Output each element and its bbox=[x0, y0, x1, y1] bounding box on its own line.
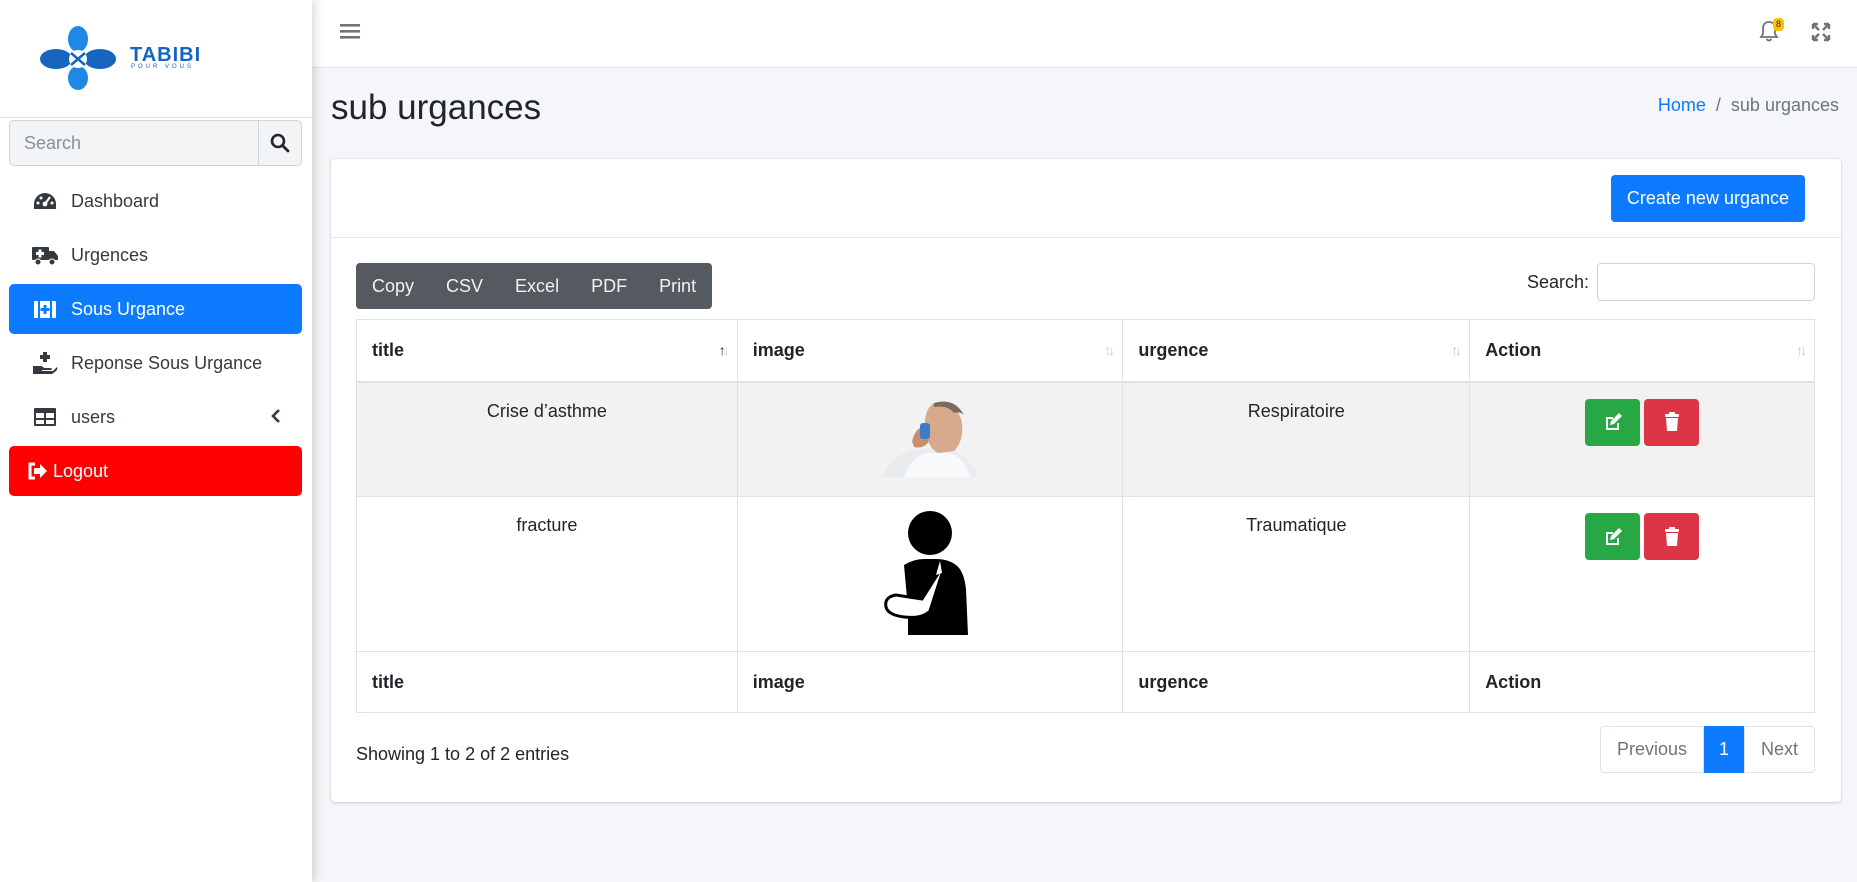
footer-urgence: urgence bbox=[1122, 651, 1471, 713]
cell-image bbox=[736, 381, 1124, 497]
column-header-label: Action bbox=[1485, 339, 1542, 360]
hand-holding-medical-icon bbox=[31, 351, 59, 375]
brand-tagline: POUR VOUS bbox=[131, 64, 195, 70]
sidebar-search bbox=[9, 120, 302, 166]
sidebar-item-sous-urgance[interactable]: Sous Urgance bbox=[9, 284, 302, 334]
menu-toggle-icon[interactable] bbox=[340, 22, 360, 40]
cell-action bbox=[1469, 496, 1815, 652]
table-search-label: Search: bbox=[1526, 271, 1589, 292]
tabibi-logo[interactable] bbox=[38, 26, 118, 90]
fullscreen-icon[interactable] bbox=[1811, 22, 1831, 42]
excel-button[interactable]: Excel bbox=[499, 263, 575, 309]
sidebar-item-logout[interactable]: Logout bbox=[9, 446, 302, 496]
sidebar-item-label: Urgences bbox=[71, 244, 149, 265]
sidebar-item-label: users bbox=[71, 406, 116, 427]
sort-icon: ↑↓ bbox=[1796, 342, 1807, 358]
sidebar-search-input[interactable] bbox=[10, 121, 258, 165]
medkit-icon bbox=[31, 297, 59, 321]
sidebar-item-label: Reponse Sous Urgance bbox=[71, 352, 263, 373]
sign-out-icon bbox=[27, 459, 49, 483]
brand: TABIBI POUR VOUS bbox=[0, 0, 312, 118]
arm-sling-person-icon bbox=[884, 511, 969, 635]
table-search: Search: bbox=[1527, 263, 1815, 301]
copy-button[interactable]: Copy bbox=[356, 263, 430, 309]
sidebar-item-label: Sous Urgance bbox=[71, 298, 186, 319]
footer-title: title bbox=[356, 651, 738, 713]
pagination-next[interactable]: Next bbox=[1743, 726, 1815, 773]
column-header-label: title bbox=[372, 339, 405, 360]
ambulance-icon bbox=[31, 243, 59, 267]
trash-icon bbox=[1664, 412, 1679, 431]
row-actions bbox=[1585, 398, 1700, 446]
top-navbar: 8 bbox=[312, 0, 1857, 68]
sub-urgences-card: Create new urgance Copy CSV Excel PDF Pr… bbox=[331, 159, 1841, 802]
sidebar-item-users[interactable]: users bbox=[9, 392, 302, 442]
export-button-group: Copy CSV Excel PDF Print bbox=[356, 263, 713, 309]
cell-urgence: Respiratoire bbox=[1122, 381, 1471, 497]
pagination-page-1[interactable]: 1 bbox=[1703, 726, 1744, 773]
table-info: Showing 1 to 2 of 2 entries bbox=[356, 744, 570, 764]
cell-image bbox=[736, 496, 1124, 652]
asthma-inhaler-person-photo bbox=[882, 396, 979, 477]
column-header-urgence[interactable]: urgence ↑↓ bbox=[1122, 319, 1471, 383]
trash-icon bbox=[1664, 526, 1679, 546]
breadcrumb: Home / sub urgances bbox=[1658, 95, 1839, 116]
sidebar-nav: Dashboard Urgences Sous Urgance Reponse … bbox=[9, 176, 302, 500]
table-row: Crise d’asthme Respiratoire bbox=[356, 381, 1815, 497]
sort-asc-icon: ↑↓ bbox=[718, 342, 730, 358]
sidebar-item-dashboard[interactable]: Dashboard bbox=[9, 176, 302, 226]
cell-title: Crise d’asthme bbox=[356, 381, 738, 497]
sidebar-search-button[interactable] bbox=[258, 121, 301, 165]
sidebar-item-urgences[interactable]: Urgences bbox=[9, 230, 302, 280]
print-button[interactable]: Print bbox=[643, 263, 712, 309]
cell-action bbox=[1469, 381, 1815, 497]
pagination: Previous 1 Next bbox=[1599, 726, 1815, 773]
table-header-row: title ↑↓ image ↑↓ urgence ↑↓ Action ↑↓ bbox=[356, 319, 1815, 383]
breadcrumb-separator: / bbox=[1715, 95, 1721, 115]
pdf-button[interactable]: PDF bbox=[575, 263, 643, 309]
cell-urgence: Traumatique bbox=[1122, 496, 1471, 652]
column-header-label: urgence bbox=[1138, 339, 1209, 360]
footer-action: Action bbox=[1469, 651, 1815, 713]
sort-icon: ↑↓ bbox=[1451, 342, 1462, 358]
dashboard-icon bbox=[31, 189, 59, 213]
delete-button[interactable] bbox=[1644, 398, 1700, 446]
table-footer-row: title image urgence Action bbox=[356, 651, 1815, 713]
notifications-button[interactable]: 8 bbox=[1759, 18, 1785, 47]
cell-title: fracture bbox=[356, 496, 738, 652]
footer-image: image bbox=[736, 651, 1124, 713]
edit-button[interactable] bbox=[1585, 513, 1641, 560]
search-icon bbox=[270, 133, 290, 153]
column-header-action[interactable]: Action ↑↓ bbox=[1469, 319, 1815, 383]
page-title: sub urgances bbox=[331, 88, 542, 127]
column-header-image[interactable]: image ↑↓ bbox=[736, 319, 1124, 383]
card-header: Create new urgance bbox=[331, 159, 1841, 238]
csv-button[interactable]: CSV bbox=[430, 263, 499, 309]
row-actions bbox=[1585, 513, 1700, 560]
breadcrumb-home-link[interactable]: Home bbox=[1658, 95, 1706, 115]
sidebar-item-label: Logout bbox=[53, 460, 109, 481]
edit-icon bbox=[1605, 413, 1622, 430]
sidebar-item-reponse-sous-urgance[interactable]: Reponse Sous Urgance bbox=[9, 338, 302, 388]
chevron-left-icon bbox=[271, 409, 280, 423]
breadcrumb-current: sub urgances bbox=[1730, 95, 1839, 115]
table-row: fracture Traumatique bbox=[356, 496, 1815, 652]
table-search-input[interactable] bbox=[1597, 263, 1815, 301]
sidebar: TABIBI POUR VOUS Dashboard Urgences bbox=[0, 0, 312, 882]
sub-urgences-table: title ↑↓ image ↑↓ urgence ↑↓ Action ↑↓ Crise… bbox=[356, 319, 1815, 713]
sidebar-item-label: Dashboard bbox=[71, 190, 160, 211]
table-icon bbox=[31, 405, 59, 429]
edit-icon bbox=[1605, 527, 1622, 545]
notification-badge: 8 bbox=[1773, 18, 1785, 31]
create-urgance-button[interactable]: Create new urgance bbox=[1610, 175, 1805, 222]
pagination-previous[interactable]: Previous bbox=[1599, 726, 1704, 773]
delete-button[interactable] bbox=[1644, 513, 1700, 560]
sort-icon: ↑↓ bbox=[1104, 342, 1115, 358]
column-header-label: image bbox=[752, 339, 805, 360]
column-header-title[interactable]: title ↑↓ bbox=[356, 319, 738, 383]
edit-button[interactable] bbox=[1585, 398, 1641, 446]
